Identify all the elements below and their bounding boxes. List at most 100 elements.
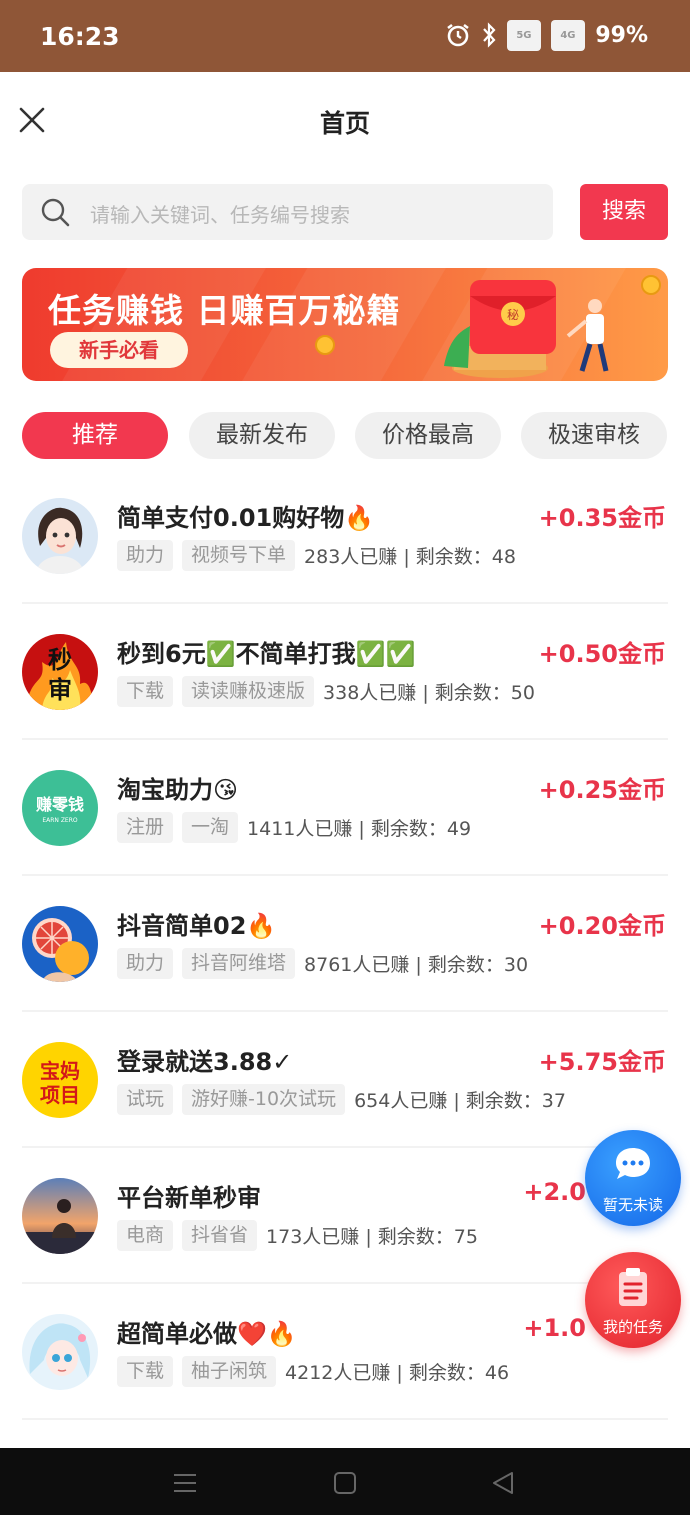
anime-avatar-image	[22, 1314, 98, 1390]
avatar-text-top: 秒	[48, 646, 72, 674]
task-type-tag: 下载	[117, 1356, 174, 1387]
task-meta: 下载 读读赚极速版 338人已赚 | 剩余数：50	[117, 676, 535, 707]
task-row[interactable]: 赚零钱 EARN ZERO 淘宝助力😘 +0.25金币 注册 一淘 1411人已…	[22, 740, 668, 876]
task-title: 平台新单秒审	[117, 1184, 261, 1212]
task-stats: 1411人已赚 | 剩余数：49	[247, 818, 472, 840]
battery-level: 99%	[595, 22, 648, 48]
task-row[interactable]: 平台新单秒审 +2.0 电商 抖省省 173人已赚 | 剩余数：75	[22, 1148, 668, 1284]
messages-fab[interactable]: 暂无未读	[585, 1130, 681, 1226]
task-meta: 试玩 游好赚-10次试玩 654人已赚 | 剩余数：37	[117, 1084, 566, 1115]
task-meta: 注册 一淘 1411人已赚 | 剩余数：49	[117, 812, 471, 843]
girl-avatar-image	[22, 498, 98, 574]
title-bar: 首页	[0, 72, 690, 168]
task-app-tag: 抖音阿维塔	[182, 948, 296, 979]
avatar: 宝妈 项目	[22, 1042, 98, 1118]
avatar	[22, 1178, 98, 1254]
task-reward: +0.50金币	[538, 640, 666, 668]
envelope-illustration: 秘	[444, 280, 609, 378]
task-reward: +0.35金币	[538, 504, 666, 532]
task-type-tag: 电商	[117, 1220, 174, 1251]
task-app-tag: 抖省省	[182, 1220, 258, 1251]
coin-icon	[315, 335, 335, 355]
task-title: 简单支付0.01购好物🔥	[117, 504, 375, 532]
tab-highest-price[interactable]: 价格最高	[355, 412, 501, 459]
task-stats: 4212人已赚 | 剩余数：46	[285, 1362, 510, 1384]
avatar	[22, 498, 98, 574]
task-title: 抖音简单02🔥	[117, 912, 277, 940]
banner-newbie-button[interactable]: 新手必看	[50, 332, 188, 368]
sunset-avatar-image	[22, 1178, 98, 1254]
task-stats: 173人已赚 | 剩余数：75	[266, 1226, 478, 1248]
flame-avatar-image: 秒 审	[22, 634, 98, 710]
task-row[interactable]: 简单支付0.01购好物🔥 +0.35金币 助力 视频号下单 283人已赚 | 剩…	[22, 468, 668, 604]
coin-icon	[641, 275, 661, 295]
task-reward: +1.0	[523, 1314, 586, 1342]
task-type-tag: 注册	[117, 812, 174, 843]
bluetooth-icon	[483, 22, 496, 48]
baoma-logo: 宝妈 项目	[22, 1042, 98, 1118]
status-time: 16:23	[40, 22, 120, 51]
task-reward: +0.20金币	[538, 912, 666, 940]
clipboard-icon	[619, 1268, 647, 1306]
avatar: 秒 审	[22, 634, 98, 710]
logo-text-top: 宝妈	[40, 1059, 80, 1083]
search-button[interactable]: 搜索	[580, 184, 668, 240]
task-app-tag: 读读赚极速版	[182, 676, 315, 707]
task-row[interactable]: 抖音简单02🔥 +0.20金币 助力 抖音阿维塔 8761人已赚 | 剩余数：3…	[22, 876, 668, 1012]
task-stats: 8761人已赚 | 剩余数：30	[304, 954, 529, 976]
task-reward: +2.0	[523, 1178, 586, 1206]
task-type-tag: 助力	[117, 948, 174, 979]
chat-bubble-icon	[616, 1148, 650, 1179]
task-meta: 助力 抖音阿维塔 8761人已赚 | 剩余数：30	[117, 948, 528, 979]
tab-latest[interactable]: 最新发布	[189, 412, 335, 459]
task-row[interactable]: 宝妈 项目 登录就送3.88✓ +5.75金币 试玩 游好赚-10次试玩 654…	[22, 1012, 668, 1148]
task-app-tag: 游好赚-10次试玩	[182, 1084, 346, 1115]
my-tasks-fab[interactable]: 我的任务	[585, 1252, 681, 1348]
task-row[interactable]: 秒 审 秒到6元✅不简单打我✅✅ +0.50金币 下载 读读赚极速版 338人已…	[22, 604, 668, 740]
logo-subtext: EARN ZERO	[42, 817, 78, 824]
tab-fast-review[interactable]: 极速审核	[521, 412, 667, 459]
status-icons: 5G 4G 99%	[445, 20, 648, 51]
task-app-tag: 柚子闲筑	[182, 1356, 277, 1387]
task-stats: 654人已赚 | 剩余数：37	[354, 1090, 566, 1112]
menu-icon[interactable]	[172, 1470, 198, 1496]
avatar: 赚零钱 EARN ZERO	[22, 770, 98, 846]
back-icon[interactable]	[490, 1470, 516, 1496]
task-app-tag: 一淘	[182, 812, 239, 843]
task-title: 淘宝助力😘	[117, 776, 239, 804]
task-list: 简单支付0.01购好物🔥 +0.35金币 助力 视频号下单 283人已赚 | 剩…	[22, 468, 668, 1420]
status-bar: 16:23 5G 4G 99%	[0, 0, 690, 72]
search-icon	[41, 198, 70, 227]
messages-fab-label: 暂无未读	[602, 1196, 663, 1214]
task-stats: 283人已赚 | 剩余数：48	[304, 546, 516, 568]
task-row[interactable]: 超简单必做❤️🔥 +1.0 下载 柚子闲筑 4212人已赚 | 剩余数：46	[22, 1284, 668, 1420]
system-nav-bar	[0, 1448, 690, 1515]
search-placeholder: 请输入关键词、任务编号搜索	[90, 203, 350, 227]
envelope-label: 秘	[507, 308, 519, 322]
task-reward: +5.75金币	[538, 1048, 666, 1076]
my-tasks-fab-label: 我的任务	[602, 1318, 663, 1336]
home-icon[interactable]	[332, 1470, 358, 1496]
alarm-icon	[447, 23, 470, 47]
promo-banner[interactable]: 任务赚钱 日赚百万秘籍 新手必看 秘	[22, 268, 668, 381]
signal-4g-icon: 4G	[551, 20, 586, 51]
task-meta: 电商 抖省省 173人已赚 | 剩余数：75	[117, 1220, 478, 1251]
page-title: 首页	[319, 109, 370, 138]
task-app-tag: 视频号下单	[182, 540, 296, 571]
task-title: 超简单必做❤️🔥	[117, 1320, 297, 1348]
signal-5g-icon: 5G	[507, 20, 542, 51]
task-stats: 338人已赚 | 剩余数：50	[323, 682, 535, 704]
banner-headline: 任务赚钱 日赚百万秘籍	[48, 291, 401, 330]
task-reward: +0.25金币	[538, 776, 666, 804]
task-type-tag: 下载	[117, 676, 174, 707]
avatar	[22, 1314, 98, 1390]
task-meta: 下载 柚子闲筑 4212人已赚 | 剩余数：46	[117, 1356, 509, 1387]
task-type-tag: 试玩	[117, 1084, 174, 1115]
task-meta: 助力 视频号下单 283人已赚 | 剩余数：48	[117, 540, 516, 571]
task-title: 秒到6元✅不简单打我✅✅	[117, 640, 416, 668]
search-input[interactable]: 请输入关键词、任务编号搜索	[22, 184, 553, 240]
tab-recommend[interactable]: 推荐	[22, 412, 168, 459]
logo-text-bottom: 项目	[40, 1083, 80, 1107]
filter-tabs: 推荐 最新发布 价格最高 极速审核	[22, 412, 668, 460]
logo-text: 赚零钱	[35, 795, 84, 814]
